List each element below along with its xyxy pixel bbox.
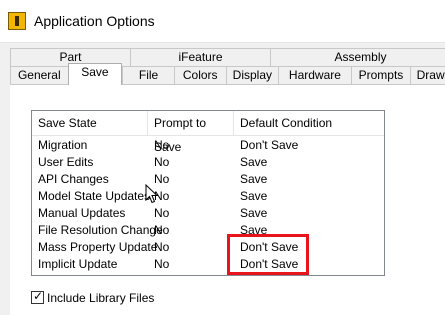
save-state-cell: Implicit Update [38, 257, 118, 271]
default-condition-cell[interactable]: Save [234, 171, 384, 188]
save-state-cell: User Edits [38, 155, 94, 169]
default-condition-cell[interactable]: Save [234, 154, 384, 171]
table-row[interactable]: API Changes No Save [32, 171, 384, 188]
table-row[interactable]: Implicit Update No Don't Save [32, 256, 384, 273]
mouse-cursor-icon [145, 184, 159, 204]
table-row[interactable]: Mass Property Update No Don't Save [32, 239, 384, 256]
save-state-cell: File Resolution Change [38, 223, 163, 237]
include-library-files-label[interactable]: Include Library Files [47, 291, 154, 305]
table-header: Save State Prompt to Save Default Condit… [32, 111, 384, 154]
save-state-cell: Migration [38, 138, 88, 152]
include-library-files-checkbox[interactable]: ✓ [31, 289, 44, 304]
prompt-cell[interactable]: No [148, 256, 234, 273]
tab-prompts[interactable]: Prompts [350, 66, 411, 84]
default-condition-cell[interactable]: Don't Save [234, 137, 384, 154]
column-header-default-condition[interactable]: Default Condition [234, 111, 384, 135]
highlight-box [227, 234, 309, 275]
prompt-cell[interactable]: No [148, 154, 234, 171]
tab-general[interactable]: General [10, 66, 68, 84]
app-icon [8, 12, 26, 30]
prompt-cell[interactable]: No [148, 222, 234, 239]
table-row[interactable]: Model State Updates No Save [32, 188, 384, 205]
save-state-cell: Model State Updates [38, 189, 151, 203]
save-state-table[interactable]: Save State Prompt to Save Default Condit… [31, 110, 385, 276]
column-header-save-state[interactable]: Save State [32, 111, 148, 135]
checkmark-icon: ✓ [33, 289, 44, 303]
title-bar: Application Options [0, 0, 445, 43]
tab-save[interactable]: Save [67, 63, 123, 85]
prompt-cell[interactable]: No [148, 188, 234, 205]
tab-assembly[interactable]: Assembly [270, 48, 445, 66]
prompt-cell[interactable]: No [148, 137, 234, 154]
column-header-prompt-to-save[interactable]: Prompt to Save [148, 111, 234, 154]
tab-file[interactable]: File [122, 66, 174, 84]
prompt-cell[interactable]: No [148, 171, 234, 188]
table-row[interactable]: Migration No Don't Save [32, 137, 384, 154]
save-state-cell: Mass Property Update [38, 240, 158, 254]
tab-hardware[interactable]: Hardware [278, 66, 351, 84]
save-state-cell: Manual Updates [38, 206, 126, 220]
table-row[interactable]: Manual Updates No Save [32, 205, 384, 222]
table-row[interactable]: User Edits No Save [32, 154, 384, 171]
prompt-cell[interactable]: No [148, 205, 234, 222]
tab-colors[interactable]: Colors [173, 66, 226, 84]
prompt-cell[interactable]: No [148, 239, 234, 256]
tab-ifeature[interactable]: iFeature [130, 48, 270, 66]
window-title: Application Options [34, 13, 155, 29]
table-row[interactable]: File Resolution Change No Save [32, 222, 384, 239]
default-condition-cell[interactable]: Save [234, 205, 384, 222]
save-state-cell: API Changes [38, 172, 109, 186]
tab-display[interactable]: Display [225, 66, 279, 84]
default-condition-cell[interactable]: Save [234, 188, 384, 205]
tab-row-bottom: General Save File Colors Display Hardwar… [10, 63, 445, 85]
tab-draw[interactable]: Draw [410, 66, 445, 84]
